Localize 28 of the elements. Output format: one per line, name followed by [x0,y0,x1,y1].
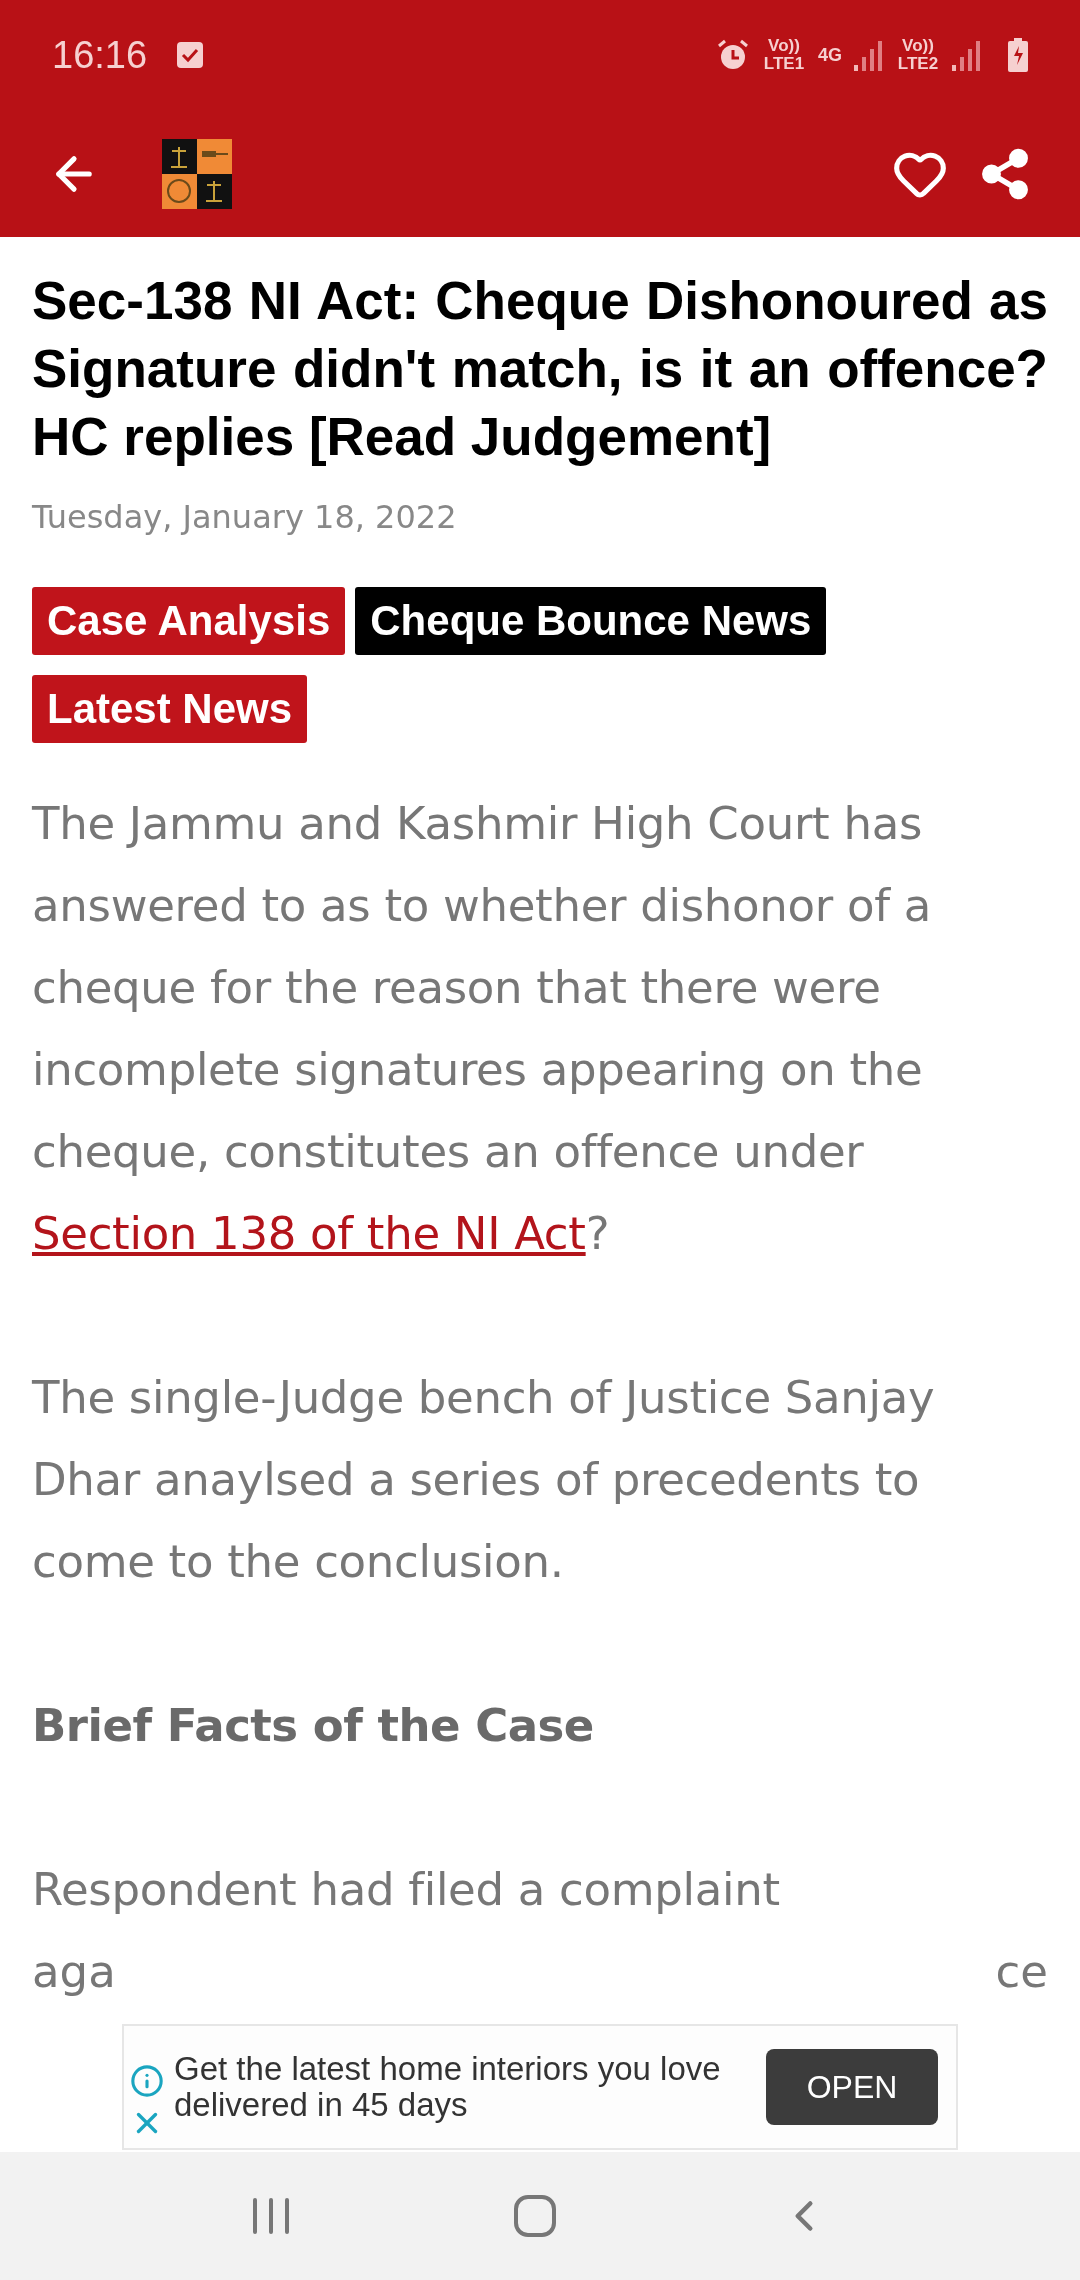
category-tag[interactable]: Cheque Bounce News [355,587,827,655]
home-icon[interactable] [513,2194,557,2238]
section-link[interactable]: Section 138 of the NI Act [32,1207,586,1260]
open-button[interactable]: OPEN [766,2049,938,2125]
info-icon[interactable] [130,2064,164,2098]
battery-icon [1008,38,1028,72]
article-paragraph: The single-Judge bench of Justice Sanjay Dhar anaylsed a series of precedents to come to the conclusion. [32,1370,936,1590]
signal-icon [952,39,982,71]
ad-banner[interactable]: Get the latest home interiors you love delivered in 45 days OPEN [122,2024,958,2150]
sim-label: Vo)) LTE2 [896,37,940,73]
checkbox-notification-icon [177,42,204,68]
article-paragraph: The Jammu and Kashmir High Court has answered to as to whether dishonor of a cheque for the reason that there were incomplete signatures appearing on the cheque, constitutes an offence under Section 138 of the NI Act? [32,796,933,1262]
category-tag[interactable]: Latest News [32,675,308,743]
recent-apps-icon[interactable] [251,2196,291,2236]
article-title: Sec-138 NI Act: Cheque Dishonoured as Signature didn't match, is it an offence? HC replies [Read Judgement] [32,270,1048,468]
paragraph-fragment: ce [995,1944,1048,2000]
section-heading: Brief Facts of the Case [32,1698,595,1754]
network-type: 4G [818,43,842,67]
sim-label: Vo)) LTE1 [762,37,806,73]
article-paragraph: Respondent had filed a complaint [32,1862,781,1918]
category-tag[interactable]: Case Analysis [32,587,346,655]
status-time: 16:16 [52,32,148,78]
article-date: Tuesday, January 18, 2022 [32,497,458,538]
paragraph-fragment: aga [32,1944,116,2000]
signal-icon [854,39,884,71]
logo-icon [162,138,232,209]
ad-text: Get the latest home interiors you love delivered in 45 days [174,2051,722,2123]
alarm-icon [716,38,750,72]
